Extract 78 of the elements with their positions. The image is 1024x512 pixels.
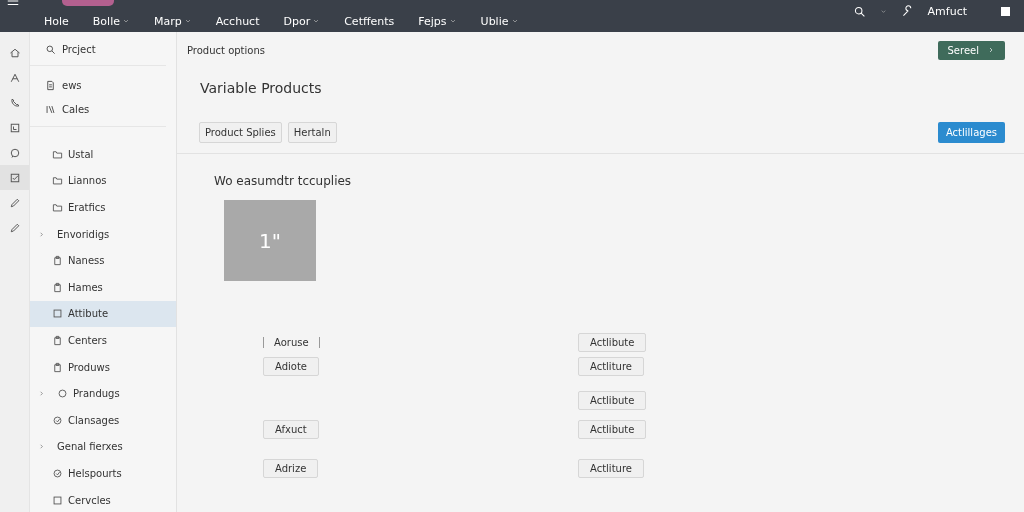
account-name[interactable]: Amfuct (927, 4, 967, 18)
chevron-icon[interactable] (37, 390, 45, 398)
sidebar-item[interactable]: Cervcles (30, 486, 176, 512)
attribute-button[interactable]: Adiote (263, 357, 319, 376)
attribute-button[interactable]: Afxuct (263, 420, 319, 439)
sidebar-item[interactable]: Naness (30, 247, 176, 274)
document-icon (45, 79, 56, 91)
square-icon[interactable] (1001, 6, 1010, 16)
chat-bubble-icon (8, 146, 21, 159)
action-button[interactable]: Actlillages (937, 122, 1005, 143)
caret-icon (183, 17, 192, 25)
sidebar-item[interactable]: Ustal (30, 141, 176, 168)
tab[interactable]: Product Splies (199, 122, 282, 143)
square-icon (52, 308, 63, 320)
page-title: Variable Products (200, 80, 323, 96)
nav-link[interactable]: Fejps (418, 14, 457, 28)
sidebar-item[interactable]: Helspourts (30, 460, 176, 487)
sidebar-item[interactable]: Centers (30, 327, 176, 354)
caret-icon (122, 17, 130, 25)
sidebar-item[interactable]: Produws (30, 353, 176, 381)
folder-icon (52, 175, 63, 187)
chevron-icon (987, 46, 995, 54)
checkbox-icon (8, 171, 21, 184)
clipboard-icon (52, 255, 63, 267)
sidebar-item[interactable]: Prandugs (30, 380, 176, 407)
sidebar-item[interactable]: Eratfics (30, 194, 176, 221)
letter-icon (8, 71, 21, 84)
nav-link[interactable]: Dpor (283, 14, 321, 28)
home-icon (8, 46, 21, 59)
nav-link[interactable]: Acchuct (215, 14, 260, 28)
caret-icon (448, 17, 457, 25)
caret-icon[interactable] (879, 7, 887, 15)
breadcrumb: Product options (187, 44, 265, 56)
clipboard-icon (52, 361, 63, 373)
pencil-icon (8, 196, 21, 209)
attribute-button[interactable]: Actliture (578, 357, 644, 376)
attribute-button[interactable]: Actlibute (578, 391, 647, 410)
nav-link[interactable]: Marp (154, 14, 192, 28)
check-circle-icon (52, 414, 63, 426)
square-icon (52, 494, 63, 506)
check-circle-icon (52, 467, 63, 479)
attribute-button[interactable]: Actliture (578, 459, 644, 478)
box-icon (8, 121, 21, 134)
attribute-button[interactable]: Actlibute (578, 420, 647, 439)
search-field[interactable]: Prcject (62, 44, 152, 55)
image-label: 1" (259, 228, 281, 253)
folder-icon (52, 148, 63, 160)
sidebar-item[interactable]: Cales (62, 103, 90, 115)
sidebar-item[interactable]: ews (62, 79, 82, 91)
clipboard-icon (52, 281, 63, 293)
folder-icon (52, 202, 63, 213)
clipboard-icon (52, 334, 63, 346)
nav-link[interactable]: Ublie (480, 14, 519, 28)
search-icon[interactable] (852, 4, 866, 18)
nav-link[interactable]: Cetffents (344, 14, 395, 28)
primary-button[interactable]: Sereel (937, 40, 1005, 60)
pencil-icon (8, 221, 21, 234)
chevron-icon[interactable] (37, 443, 45, 451)
chevron-icon[interactable] (37, 230, 45, 238)
nav-link[interactable]: Bolle (92, 14, 130, 28)
attribute-button[interactable]: Adrize (263, 459, 319, 478)
sidebar-item[interactable]: Envoridigs (30, 220, 176, 248)
section-title: Wo easumdtr tccuplies (214, 174, 353, 188)
phone-icon (8, 96, 21, 109)
attribute-button[interactable]: Actlibute (578, 333, 647, 352)
caret-icon (510, 17, 519, 25)
sidebar-item[interactable]: Genal fierxes (30, 433, 176, 461)
nav-link[interactable]: Hole (44, 14, 69, 28)
attribute-label: Aoruse (263, 337, 320, 348)
tab[interactable]: Hertaln (287, 122, 337, 143)
circle-icon (57, 388, 68, 400)
caret-icon (312, 17, 321, 25)
sidebar-item[interactable]: Hames (30, 273, 176, 301)
sidebar-item[interactable]: Clansages (30, 406, 176, 434)
sidebar-item[interactable]: Attibute (30, 300, 176, 328)
search-icon (45, 44, 56, 55)
sidebar-item[interactable]: Liannos (30, 167, 176, 195)
rail-button[interactable] (0, 165, 29, 190)
